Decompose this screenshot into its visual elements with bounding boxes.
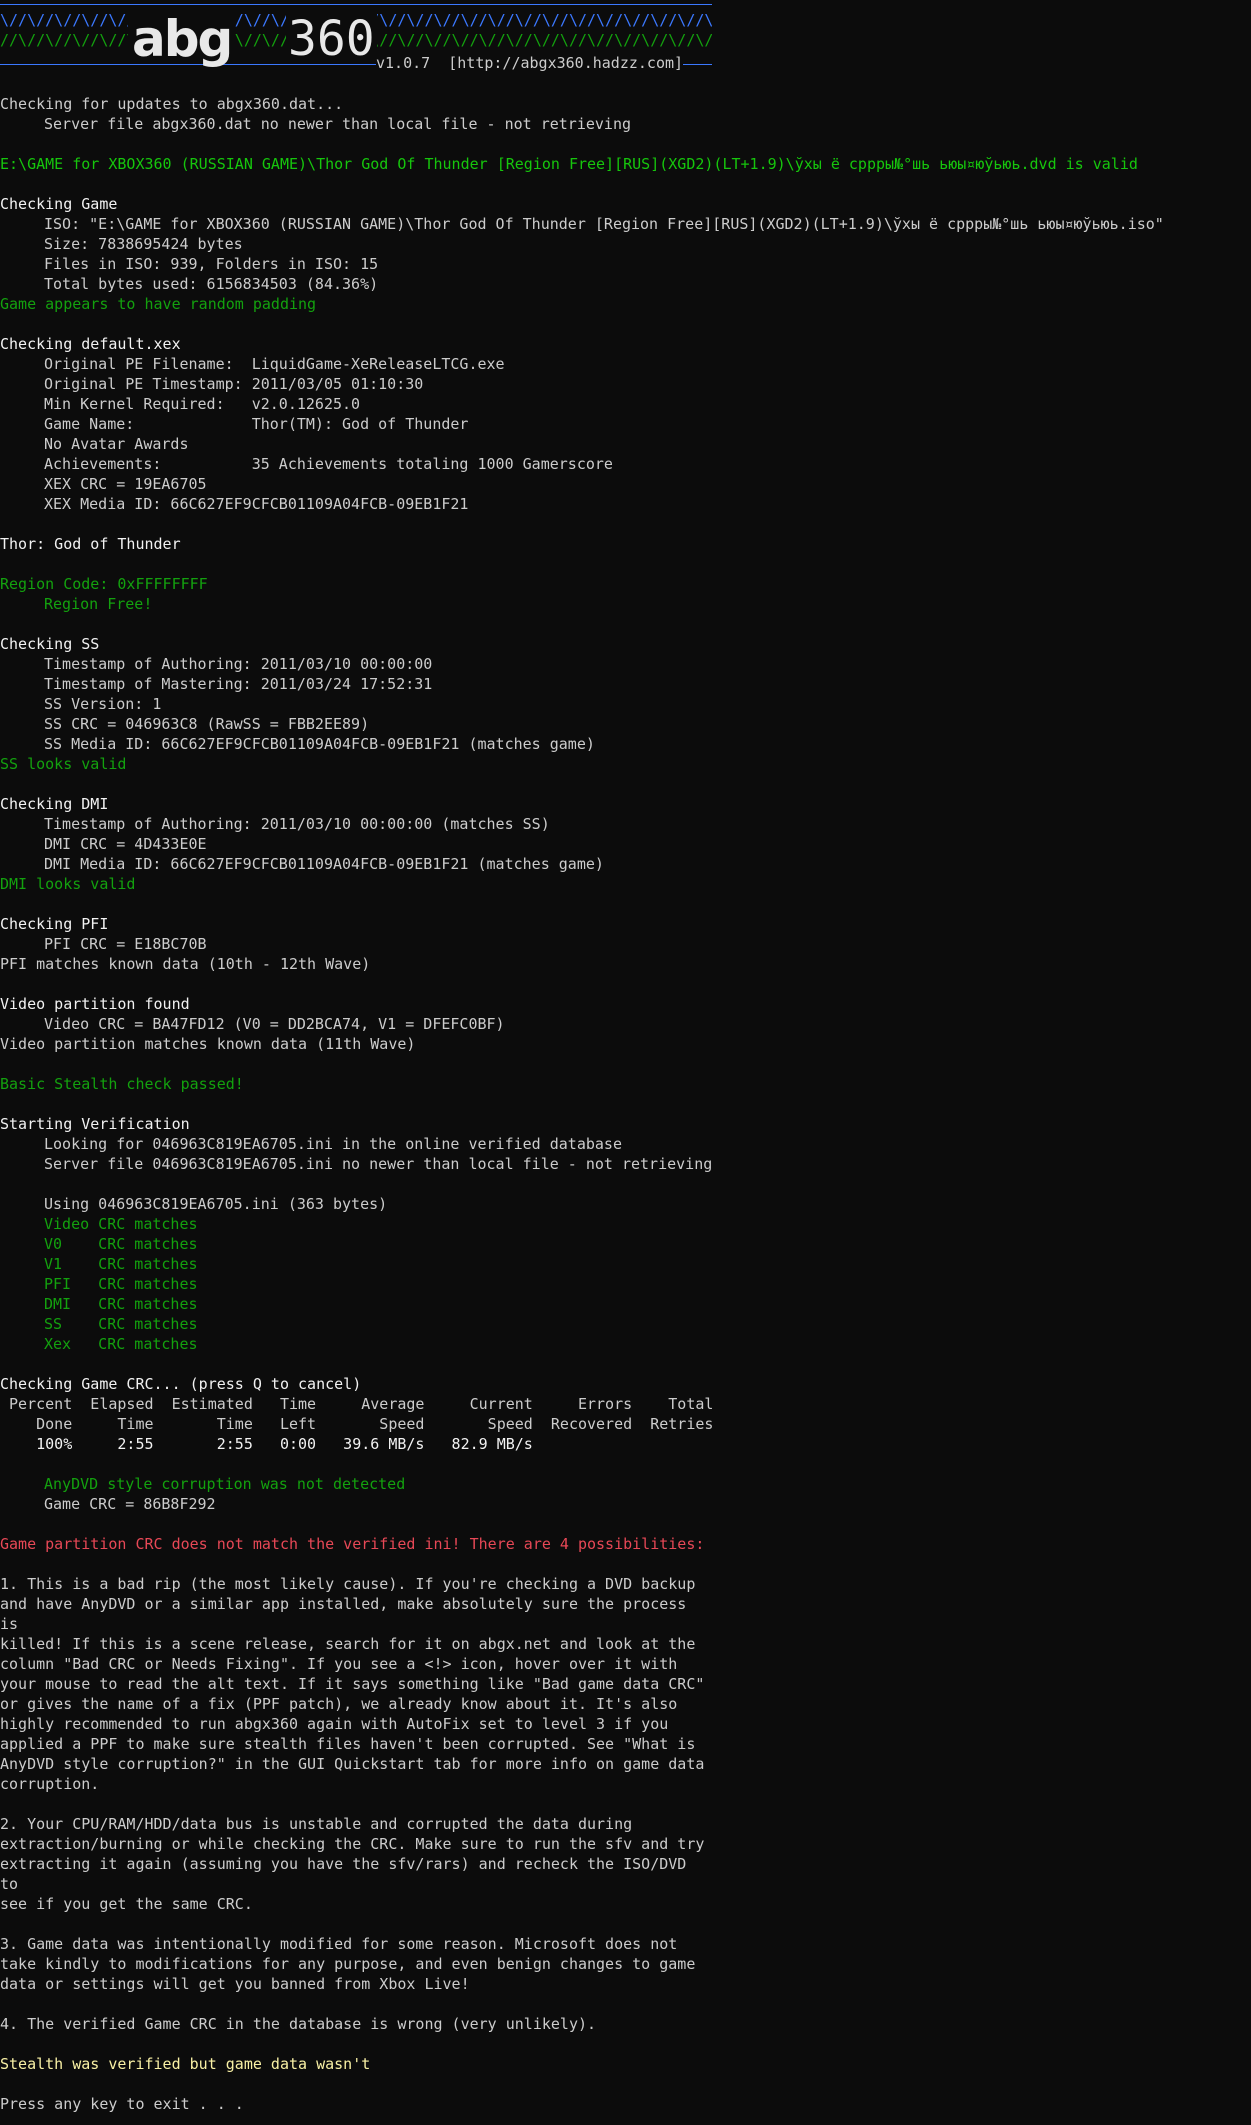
console-line: DMI looks valid <box>0 875 136 893</box>
console-line: Xex CRC matches <box>44 1335 198 1353</box>
console-line: Checking DMI <box>0 795 109 813</box>
console-footer: Stealth was verified but game data wasn'… <box>0 2054 1251 2114</box>
console-line: Basic Stealth check passed! <box>0 1075 244 1093</box>
console-line: Percent Elapsed Estimated Time Average C… <box>0 1395 714 1413</box>
footer-line: Press any key to exit . . . <box>0 2095 244 2113</box>
console-line: No Avatar Awards <box>44 435 189 453</box>
possibilities-list: 1. This is a bad rip (the most likely ca… <box>0 1574 1251 2054</box>
console-line: Size: 7838695424 bytes <box>44 235 243 253</box>
console-line: Region Code: 0xFFFFFFFF <box>0 575 208 593</box>
console-line: Checking for updates to abgx360.dat... <box>0 95 344 113</box>
console-line: Server file abgx360.dat no newer than lo… <box>44 115 631 133</box>
console-line: Using 046963C819EA6705.ini (363 bytes) <box>44 1195 388 1213</box>
console-line: Checking Game <box>0 195 118 213</box>
console-line: V0 CRC matches <box>44 1235 198 1253</box>
possibility-3: 3. Game data was intentionally modified … <box>0 1935 696 1993</box>
footer-line: Stealth was verified but game data wasn'… <box>0 2055 371 2073</box>
console-line: Video partition matches known data (11th… <box>0 1035 416 1053</box>
abg-logo: abg <box>128 14 236 64</box>
console-line: Server file 046963C819EA6705.ini no newe… <box>44 1155 713 1173</box>
console-line: Original PE Filename: LiquidGame-XeRelea… <box>44 355 505 373</box>
console-line: SS looks valid <box>0 755 127 773</box>
console-line: Video CRC = BA47FD12 (V0 = DD2BCA74, V1 … <box>44 1015 505 1033</box>
console-line: Timestamp of Authoring: 2011/03/10 00:00… <box>44 815 550 833</box>
console-line: Min Kernel Required: v2.0.12625.0 <box>44 395 361 413</box>
possibility-2: 2. Your CPU/RAM/HDD/data bus is unstable… <box>0 1815 705 1913</box>
console-line: E:\GAME for XBOX360 (RUSSIAN GAME)\Thor … <box>0 155 1138 173</box>
console-line: 100% 2:55 2:55 0:00 39.6 MB/s 82.9 MB/s <box>0 1435 533 1453</box>
possibility-1: 1. This is a bad rip (the most likely ca… <box>0 1575 705 1793</box>
version-url: v1.0.7 [http://abgx360.hadzz.com] <box>376 54 684 72</box>
console-line: ISO: "E:\GAME for XBOX360 (RUSSIAN GAME)… <box>44 215 1164 233</box>
console-line: SS Media ID: 66C627EF9CFCB01109A04FCB-09… <box>44 735 595 753</box>
console-output: Checking for updates to abgx360.dat... Se… <box>0 94 1251 1574</box>
banner-top-rule <box>0 4 712 5</box>
console-line: PFI CRC matches <box>44 1275 198 1293</box>
console-line: Checking Game CRC... (press Q to cancel) <box>0 1375 362 1393</box>
console-line: Game CRC = 86B8F292 <box>44 1495 216 1513</box>
console-line: SS CRC matches <box>44 1315 198 1333</box>
console-line: Thor: God of Thunder <box>0 535 181 553</box>
console-line: Achievements: 35 Achievements totaling 1… <box>44 455 613 473</box>
console-line: DMI CRC matches <box>44 1295 198 1313</box>
console-line: Checking SS <box>0 635 100 653</box>
console-line: Timestamp of Authoring: 2011/03/10 00:00… <box>44 655 433 673</box>
360-logo: 360 <box>286 11 377 67</box>
console-line: Timestamp of Mastering: 2011/03/24 17:52… <box>44 675 433 693</box>
console-line: Video CRC matches <box>44 1215 198 1233</box>
possibility-4: 4. The verified Game CRC in the database… <box>0 2015 597 2033</box>
console-line: Game Name: Thor(TM): God of Thunder <box>44 415 469 433</box>
console-line: Total bytes used: 6156834503 (84.36%) <box>44 275 379 293</box>
console-line: Region Free! <box>44 595 153 613</box>
console-line: Checking PFI <box>0 915 109 933</box>
console-line: Starting Verification <box>0 1115 190 1133</box>
console-line: SS Version: 1 <box>44 695 162 713</box>
console-line: PFI CRC = E18BC70B <box>44 935 207 953</box>
console-line: PFI matches known data (10th - 12th Wave… <box>0 955 371 973</box>
console-line: DMI CRC = 4D433E0E <box>44 835 207 853</box>
console-line: Video partition found <box>0 995 190 1013</box>
console-line: DMI Media ID: 66C627EF9CFCB01109A04FCB-0… <box>44 855 604 873</box>
console-line: Checking default.xex <box>0 335 181 353</box>
console-line: SS CRC = 046963C8 (RawSS = FBB2EE89) <box>44 715 370 733</box>
console-line: Done Time Time Left Speed Speed Recovere… <box>0 1415 714 1433</box>
abgx360-banner: \//\//\//\//\//\//\//\//\//\//\//\//\//\… <box>0 2 712 72</box>
console-line: Game appears to have random padding <box>0 295 317 313</box>
console-line: XEX CRC = 19EA6705 <box>44 475 207 493</box>
console-line: Looking for 046963C819EA6705.ini in the … <box>44 1135 622 1153</box>
console-line: AnyDVD style corruption was not detected <box>44 1475 406 1493</box>
console-line: Files in ISO: 939, Folders in ISO: 15 <box>44 255 379 273</box>
console-window: \//\//\//\//\//\//\//\//\//\//\//\//\//\… <box>0 2 1251 2114</box>
console-line: Game partition CRC does not match the ve… <box>0 1535 705 1553</box>
console-line: XEX Media ID: 66C627EF9CFCB01109A04FCB-0… <box>44 495 469 513</box>
console-line: V1 CRC matches <box>44 1255 198 1273</box>
console-line: Original PE Timestamp: 2011/03/05 01:10:… <box>44 375 424 393</box>
